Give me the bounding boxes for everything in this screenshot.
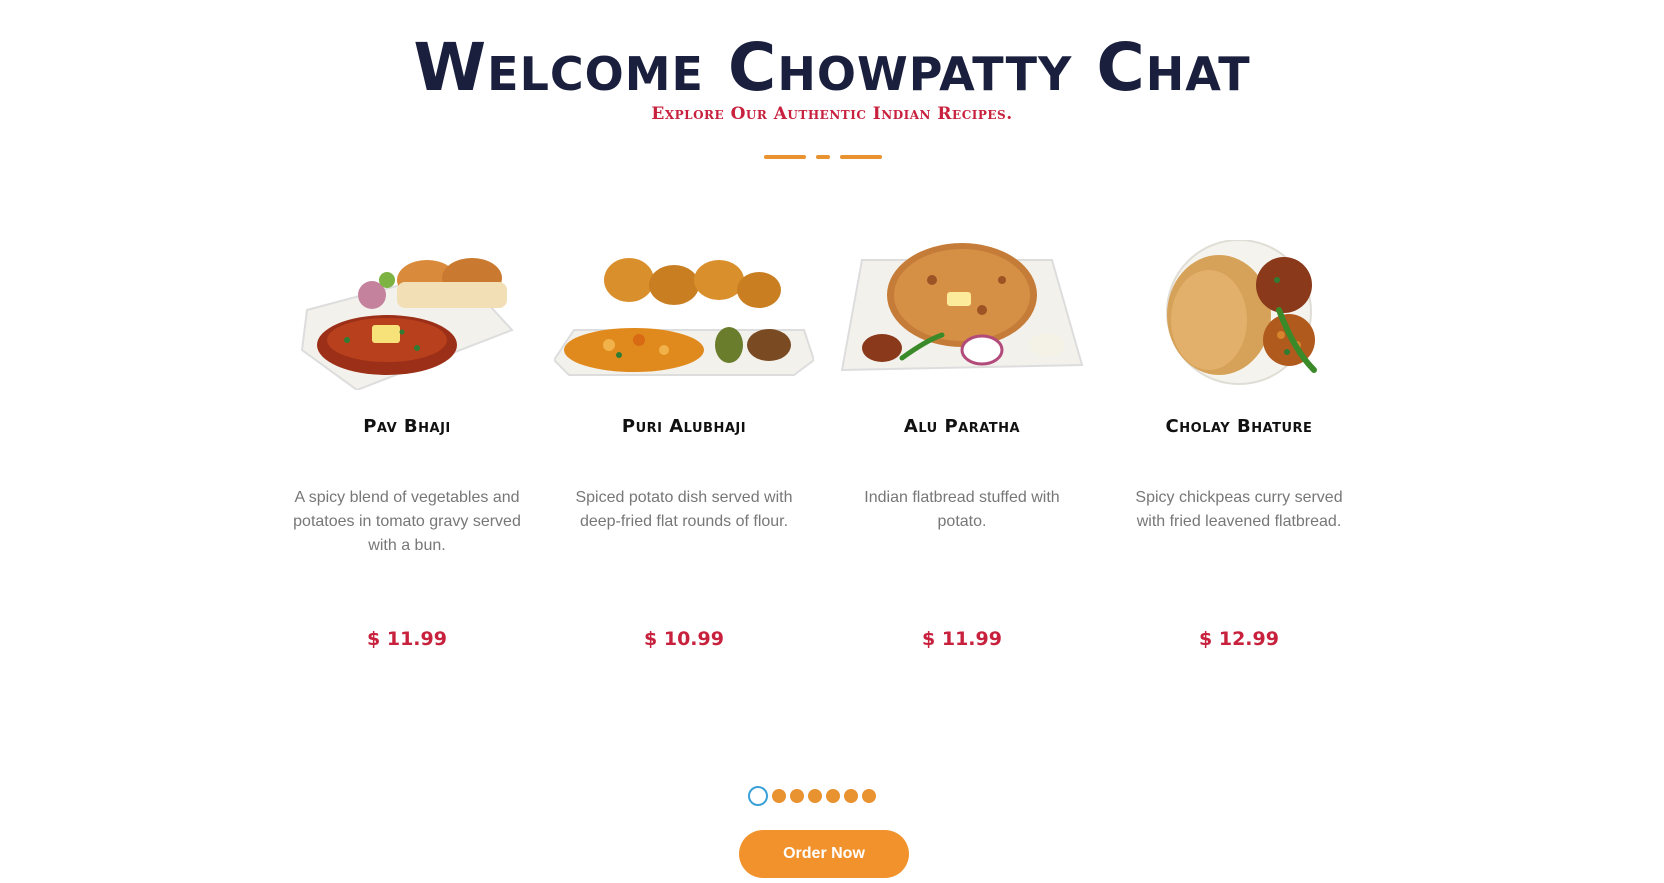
- alu-paratha-image: [840, 243, 1084, 372]
- menu-card-pav-bhaji[interactable]: Pav Bhaji A spicy blend of vegetables an…: [277, 240, 537, 650]
- dish-price: $ 12.99: [1199, 628, 1279, 650]
- dish-name: Pav Bhaji: [363, 416, 451, 437]
- carousel-dot-4[interactable]: [808, 789, 822, 803]
- order-now-button[interactable]: Order Now: [739, 830, 909, 878]
- dish-name: Puri Alubhaji: [621, 416, 747, 437]
- carousel-dot-5[interactable]: [826, 789, 840, 803]
- carousel-dot-2[interactable]: [772, 789, 786, 803]
- dish-description: Spiced potato dish served with deep-frie…: [575, 489, 793, 530]
- pav-bhaji-image: [300, 258, 514, 390]
- dish-price: $ 11.99: [367, 628, 447, 650]
- dish-description: A spicy blend of vegetables and potatoes…: [293, 489, 521, 554]
- carousel-pagination: [748, 786, 876, 806]
- puri-alubhaji-image: [554, 258, 814, 376]
- carousel-dot-6[interactable]: [844, 789, 858, 803]
- menu-carousel: Pav Bhaji A spicy blend of vegetables an…: [0, 0, 1664, 700]
- menu-card-puri-alubhaji[interactable]: Puri Alubhaji Spiced potato dish served …: [554, 240, 814, 650]
- cholay-bhature-image: [1166, 240, 1317, 385]
- dish-description: Indian flatbread stuffed with potato.: [864, 489, 1060, 530]
- dish-name: Alu Paratha: [903, 416, 1021, 437]
- dish-price: $ 10.99: [644, 628, 724, 650]
- carousel-dot-3[interactable]: [790, 789, 804, 803]
- menu-card-cholay-bhature[interactable]: Cholay Bhature Spicy chickpeas curry ser…: [1109, 240, 1369, 650]
- dish-name: Cholay Bhature: [1165, 416, 1313, 437]
- carousel-dot-1[interactable]: [748, 786, 768, 806]
- carousel-dot-7[interactable]: [862, 789, 876, 803]
- dish-description: Spicy chickpeas curry served with fried …: [1135, 489, 1343, 530]
- menu-card-alu-paratha[interactable]: Alu Paratha Indian flatbread stuffed wit…: [832, 240, 1092, 650]
- dish-price: $ 11.99: [922, 628, 1002, 650]
